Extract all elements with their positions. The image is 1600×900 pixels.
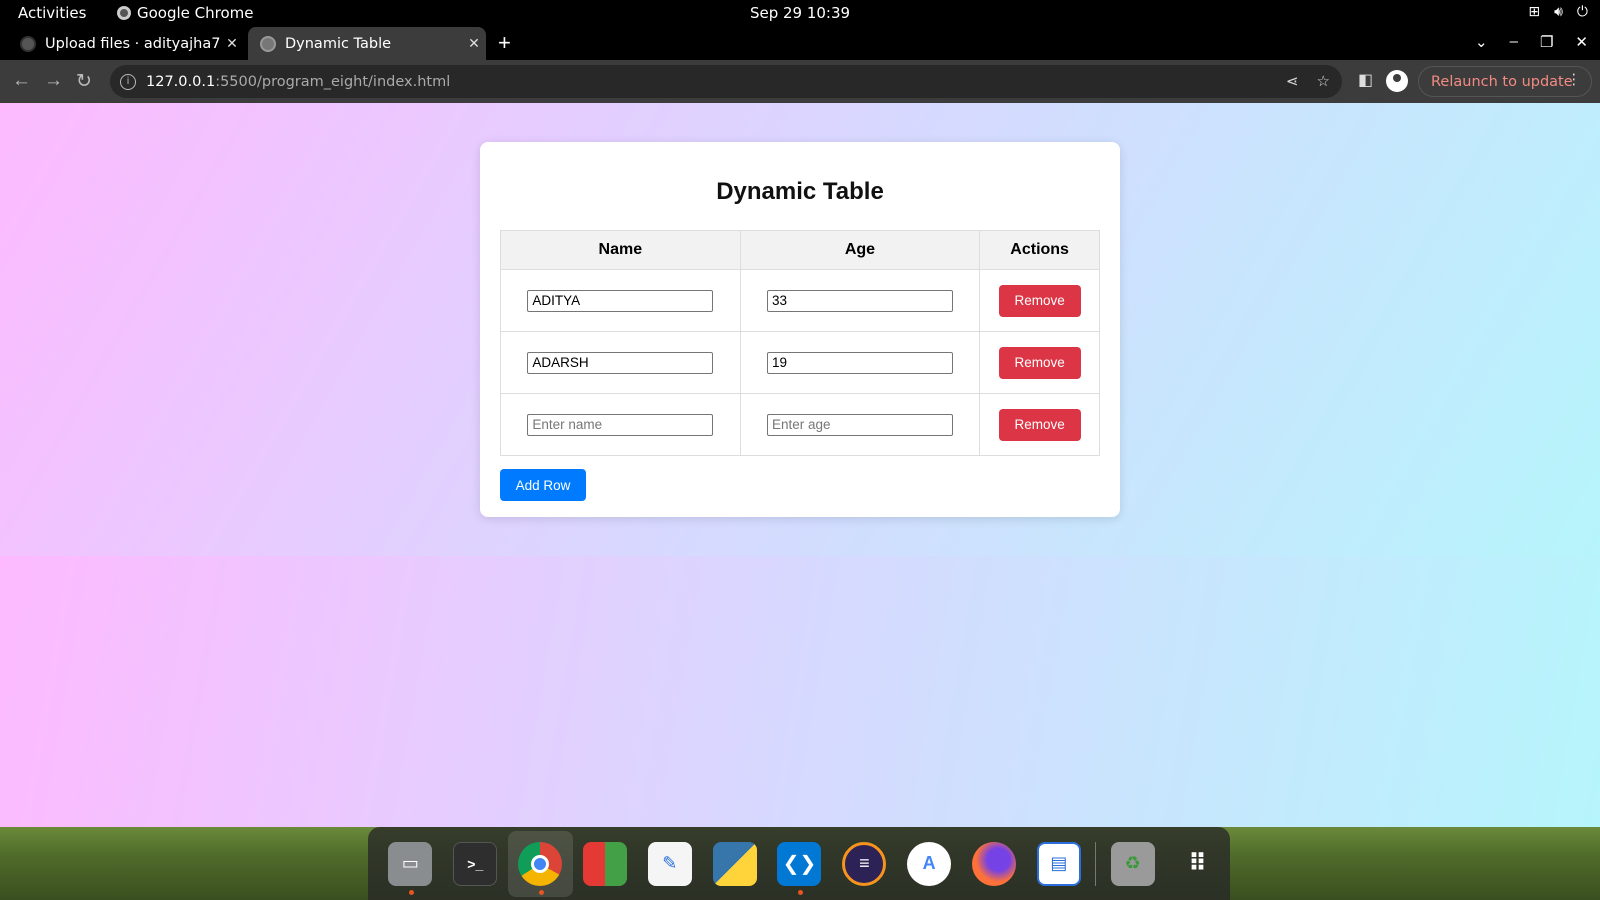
table-card: Dynamic Table Name Age Actions Remove	[480, 142, 1120, 517]
name-cell	[500, 269, 741, 332]
actions-cell: Remove	[979, 393, 1100, 456]
tab-search-icon[interactable]: ⌄	[1475, 33, 1488, 51]
column-header-name: Name	[500, 230, 741, 270]
globe-icon	[260, 35, 276, 52]
dock-android-studio[interactable]: A	[897, 831, 962, 897]
browser-toolbar: ← → ↻ i 127.0.0.1:5500/program_eight/ind…	[0, 60, 1600, 103]
dock-trash[interactable]: ♻	[1100, 831, 1165, 897]
page-viewport: Dynamic Table Name Age Actions Remove	[0, 103, 1600, 827]
windows-app-icon	[582, 841, 627, 886]
dock-show-apps[interactable]: ⠿	[1165, 831, 1230, 897]
chrome-icon	[518, 841, 563, 886]
table-header-row: Name Age Actions	[500, 230, 1100, 270]
volume-icon: 🔊︎	[1554, 4, 1563, 20]
dock: ▭ >_ ✎ ❮❯ ≡ A ▤ ♻ ⠿	[368, 827, 1230, 900]
minimize-icon[interactable]: –	[1510, 33, 1518, 51]
dynamic-table: Name Age Actions Remove Remove	[500, 230, 1100, 456]
tab-strip: Upload files · adityajha77/ ✕ Dynamic Ta…	[0, 27, 1600, 60]
power-icon: ⏻	[1576, 4, 1588, 20]
remove-button[interactable]: Remove	[998, 284, 1081, 317]
url-path: :5500/program_eight/index.html	[215, 73, 451, 90]
column-header-age: Age	[739, 230, 981, 270]
address-bar[interactable]: i 127.0.0.1:5500/program_eight/index.htm…	[110, 65, 1342, 98]
github-icon	[20, 35, 36, 52]
share-icon[interactable]: ⋖	[1286, 72, 1299, 90]
bookmark-star-icon[interactable]: ☆	[1317, 72, 1330, 90]
reload-icon[interactable]: ↻	[76, 70, 92, 93]
text-editor-icon: ✎	[647, 841, 692, 886]
tab-title: Upload files · adityajha77/	[45, 35, 220, 52]
system-top-bar: Activities Google Chrome Sep 29 10:39 ⊞ …	[0, 0, 1600, 27]
files-icon: ▭	[388, 841, 433, 886]
remove-button[interactable]: Remove	[998, 346, 1081, 379]
name-cell	[500, 393, 741, 456]
site-info-icon[interactable]: i	[120, 73, 136, 90]
dock-firefox[interactable]	[962, 831, 1027, 897]
trash-icon: ♻	[1110, 841, 1155, 886]
eclipse-icon: ≡	[842, 841, 887, 886]
dock-chrome[interactable]	[507, 830, 573, 897]
name-cell	[500, 331, 741, 394]
age-cell	[739, 331, 981, 394]
add-row-button[interactable]: Add Row	[500, 469, 586, 501]
network-icon: ⊞	[1528, 4, 1541, 20]
name-input[interactable]	[527, 413, 714, 436]
table-row: Remove	[500, 331, 1100, 394]
dock-separator	[1095, 841, 1097, 886]
age-input[interactable]	[766, 289, 953, 312]
dock-libreoffice-writer[interactable]: ▤	[1026, 831, 1091, 897]
tab-dynamic-table[interactable]: Dynamic Table ✕	[248, 27, 486, 60]
profile-avatar-icon[interactable]	[1386, 70, 1408, 92]
close-window-icon[interactable]: ✕	[1575, 33, 1588, 51]
system-tray[interactable]: ⊞ 🔊︎ ⏻	[1528, 4, 1588, 20]
android-studio-icon: A	[907, 841, 952, 886]
side-panel-icon[interactable]: ◧	[1358, 70, 1373, 90]
window-controls: ⌄ – ❐ ✕	[1475, 33, 1588, 51]
vscode-icon: ❮❯	[777, 841, 822, 886]
page-background-lower	[0, 556, 1600, 827]
table-row: Remove	[500, 393, 1100, 456]
age-cell	[739, 269, 981, 332]
relaunch-to-update-button[interactable]: Relaunch to update ⋮	[1418, 66, 1592, 97]
close-icon[interactable]: ✕	[462, 36, 486, 52]
firefox-icon	[972, 841, 1017, 886]
omnibox-actions: ⋖ ☆	[1286, 72, 1330, 90]
name-input[interactable]	[527, 351, 714, 374]
age-input[interactable]	[766, 413, 953, 436]
tab-title: Dynamic Table	[285, 35, 392, 52]
python-icon	[712, 841, 757, 886]
relaunch-label: Relaunch to update	[1431, 73, 1573, 90]
terminal-icon: >_	[453, 841, 498, 886]
name-input[interactable]	[527, 289, 714, 312]
new-tab-button[interactable]: +	[498, 30, 511, 56]
app-grid-icon: ⠿	[1188, 850, 1207, 877]
back-icon[interactable]: ←	[12, 70, 31, 92]
remove-button[interactable]: Remove	[998, 408, 1081, 441]
column-header-actions: Actions	[979, 230, 1100, 270]
actions-cell: Remove	[979, 331, 1100, 394]
age-cell	[739, 393, 981, 456]
dock-windows-app[interactable]	[573, 831, 638, 897]
kebab-menu-icon[interactable]: ⋮	[1567, 72, 1582, 88]
dock-eclipse[interactable]: ≡	[832, 831, 897, 897]
table-row: Remove	[500, 269, 1100, 332]
url-host: 127.0.0.1	[146, 73, 216, 90]
clock[interactable]: Sep 29 10:39	[0, 4, 1600, 22]
libreoffice-writer-icon: ▤	[1036, 841, 1081, 886]
tab-upload-files[interactable]: Upload files · adityajha77/ ✕	[8, 27, 244, 60]
restore-icon[interactable]: ❐	[1540, 33, 1553, 51]
actions-cell: Remove	[979, 269, 1100, 332]
close-icon[interactable]: ✕	[220, 36, 244, 52]
dock-text-editor[interactable]: ✎	[637, 831, 702, 897]
dock-files[interactable]: ▭	[378, 831, 443, 897]
dock-python[interactable]	[702, 831, 767, 897]
forward-icon[interactable]: →	[44, 70, 63, 92]
dock-terminal[interactable]: >_	[443, 831, 508, 897]
age-input[interactable]	[766, 351, 953, 374]
page-title: Dynamic Table	[716, 178, 884, 205]
dock-vscode[interactable]: ❮❯	[767, 831, 832, 897]
